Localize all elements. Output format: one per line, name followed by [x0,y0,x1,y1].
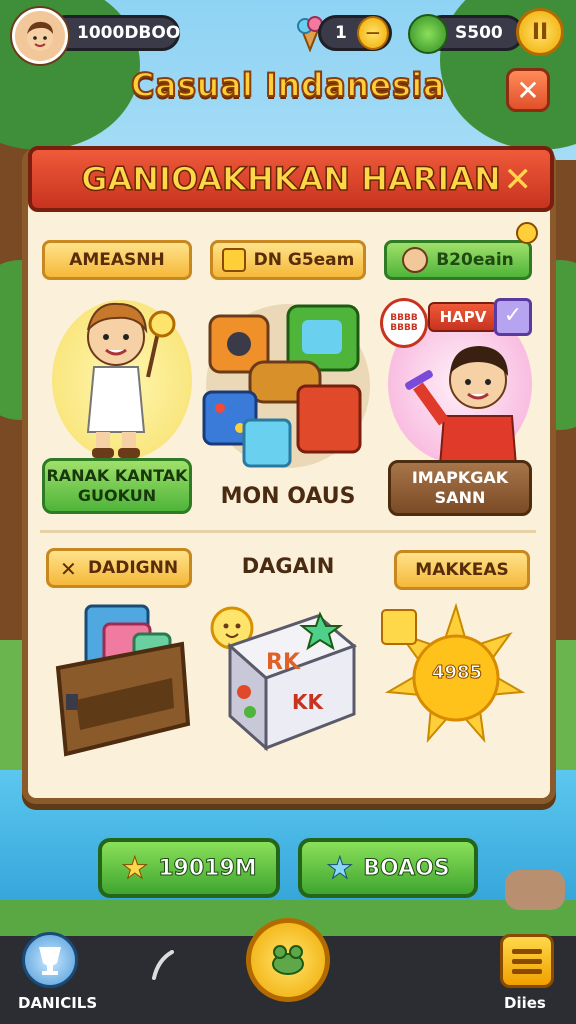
tab-dadignn[interactable]: ✕ DADIGNN [46,548,192,588]
waving-boy-icon [404,336,532,467]
tab-label: DADIGNN [87,558,179,578]
claim-button-label: 19019M [158,855,257,881]
tab-makkeas[interactable]: MAKKEAS [394,550,530,590]
player-avatar[interactable] [12,8,68,64]
card-label-3-line2: SANN [434,488,486,507]
pause-icon: II [531,19,549,45]
trophy-small-icon [221,248,246,272]
nav-left-label[interactable]: DANICILS [18,994,97,1012]
dice-pile-icon [200,296,372,472]
toy-cube-icon [226,606,358,752]
coin-icon: — [356,16,389,50]
happy-badge-text: HAPV [439,308,487,326]
tab-ameasnh[interactable]: AMEASNH [42,240,192,280]
claim-button[interactable]: ★ 19019M [98,838,280,898]
speech-text: BBBB BBBB [390,313,418,333]
kid-small-icon [402,247,429,273]
tab-label: AMEASNH [69,250,165,270]
card-label-1-line2: GUOKUN [77,486,157,505]
rock [505,870,565,910]
menu-list-icon[interactable] [500,934,554,988]
cash-icon [408,14,448,54]
tab-label: B20eain [436,250,514,270]
card-label-1-line1: RANAK KANTAK [46,466,188,485]
close-icon: ✕ [516,73,540,107]
bonus-button[interactable]: ★ BOAOS [298,838,478,898]
boy-character-icon [66,292,176,462]
feather-icon[interactable] [150,950,174,980]
tab-dn-g5eam[interactable]: DN G5eam [210,240,366,280]
frog-icon[interactable] [246,918,330,1002]
card-label-2: MON OAUS [220,484,356,509]
check-badge-icon [516,222,538,244]
gem-pill: 1 — [318,15,392,51]
tab-b20eain[interactable]: B20eain [384,240,532,280]
avatar-face-icon [27,21,53,51]
card-label-1[interactable]: RANAK KANTAK GUOKUN [42,458,192,514]
checkbox-icon: ✓ [494,298,532,336]
treasure-chest-icon [52,598,192,758]
tab-label: DN G5eam [253,250,355,270]
panel-close-button[interactable]: ✕ [504,160,533,200]
cash-value: S500 [455,23,503,43]
cube-text-top: RK [266,650,300,675]
close-game-button[interactable]: ✕ [506,68,550,112]
pause-button[interactable]: II [516,8,564,56]
panel-title-ribbon: GANIOAKHKAN HARIAN ✕ [28,146,554,212]
nav-right-label[interactable]: Diies [504,994,546,1012]
game-title: Casual Indanesia [130,65,445,105]
gem-count: 1 [335,23,347,43]
tab-label: MAKKEAS [415,560,509,580]
cross-x-icon: ✕ [59,557,77,581]
tab-dagain[interactable]: DAGAIN [220,554,356,578]
panel-title: GANIOAKHKAN HARIAN [80,159,501,199]
star-icon: ★ [121,850,149,886]
star-icon: ★ [326,850,354,886]
trophy-icon[interactable] [22,932,78,988]
score-value: 1000DBOO [77,23,181,43]
sun-value: 4985 [431,662,483,684]
bonus-button-label: BOAOS [363,855,450,881]
card-label-3[interactable]: IMAPKGAK SANN [388,460,532,516]
happy-badge: HAPV [428,302,498,332]
row-divider [40,530,536,533]
cube-text-side: KK [292,690,323,714]
card-label-3-line1: IMAPKGAK [411,468,509,487]
